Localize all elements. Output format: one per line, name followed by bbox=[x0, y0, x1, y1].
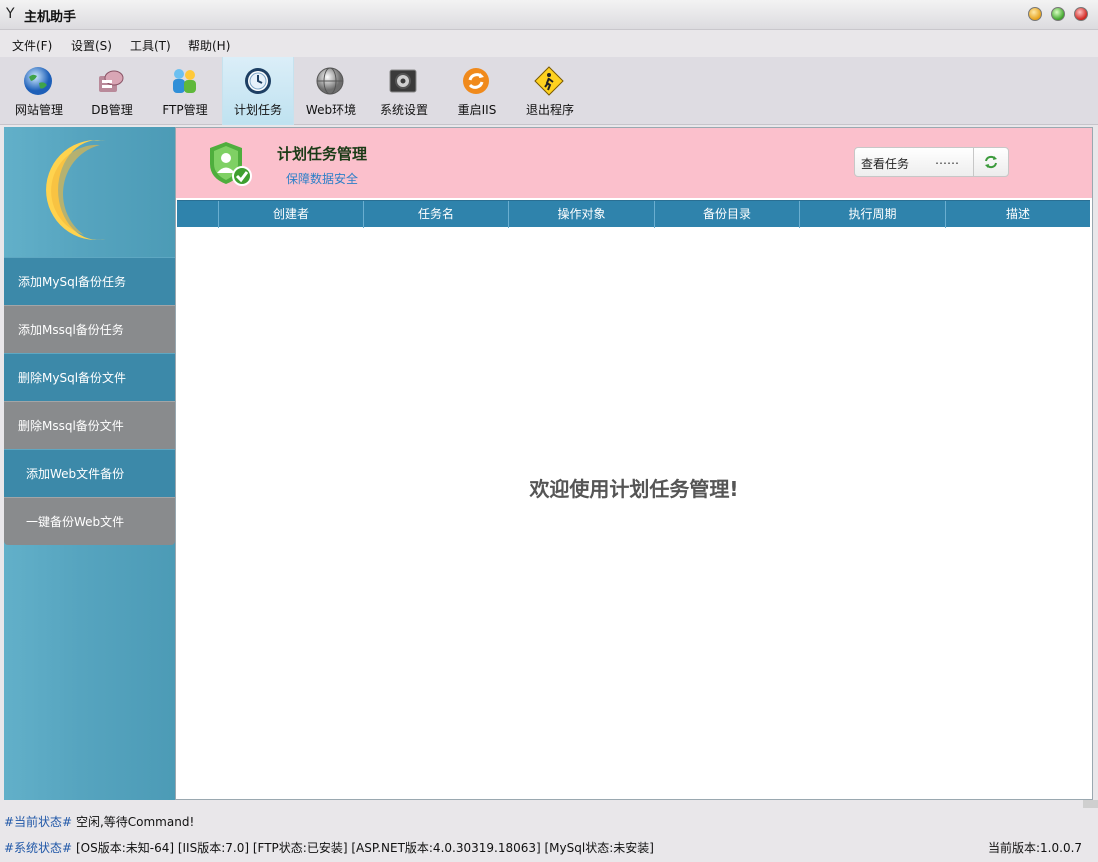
toolbar-label: 系统设置 bbox=[379, 103, 428, 117]
column-header-description[interactable]: 描述 bbox=[945, 201, 1090, 228]
database-icon bbox=[99, 70, 124, 92]
clock-icon bbox=[245, 68, 271, 94]
toolbar-website-manage[interactable]: 网站管理 bbox=[3, 57, 75, 125]
globe-icon bbox=[24, 67, 52, 95]
toolbar-web-environment[interactable]: Web环境 bbox=[295, 57, 367, 125]
toolbar-db-manage[interactable]: DB管理 bbox=[76, 57, 148, 125]
banner: 计划任务管理 保障数据安全 查看任务 …… bbox=[176, 128, 1092, 198]
toolbar: 网站管理 DB管理 FTP管理 计划任务 Web环境 系统设置 重启IIS 退出… bbox=[0, 57, 1098, 125]
toolbar-restart-iis[interactable]: 重启IIS bbox=[441, 57, 513, 125]
close-button[interactable] bbox=[1074, 7, 1088, 21]
column-header-schedule[interactable]: 执行周期 bbox=[799, 201, 945, 228]
column-header-backup-dir[interactable]: 备份目录 bbox=[654, 201, 799, 228]
column-header-creator[interactable]: 创建者 bbox=[218, 201, 363, 228]
status-system-value: [OS版本:未知-64] [IIS版本:7.0] [FTP状态:已安装] [AS… bbox=[75, 841, 654, 855]
title-bar: Y 主机助手 bbox=[0, 0, 1098, 30]
sidebar-add-mysql-backup[interactable]: 添加MySql备份任务 bbox=[4, 257, 175, 305]
toolbar-label: Web环境 bbox=[305, 103, 357, 117]
refresh-icon bbox=[985, 155, 997, 169]
sidebar-delete-mssql-backup[interactable]: 删除Mssql备份文件 bbox=[4, 401, 175, 449]
toolbar-ftp-manage[interactable]: FTP管理 bbox=[149, 57, 221, 125]
toolbar-exit-program[interactable]: 退出程序 bbox=[514, 57, 586, 125]
column-header-task-name[interactable]: 任务名 bbox=[363, 201, 508, 228]
status-current-key: #当前状态# bbox=[4, 815, 73, 829]
menu-settings[interactable]: 设置(S) bbox=[71, 37, 112, 54]
toolbar-scheduled-tasks[interactable]: 计划任务 bbox=[222, 57, 294, 125]
view-task-value: …… bbox=[935, 153, 959, 167]
status-system-key: #系统状态# bbox=[4, 841, 73, 855]
sidebar-add-mssql-backup[interactable]: 添加Mssql备份任务 bbox=[4, 305, 175, 353]
menu-tools[interactable]: 工具(T) bbox=[130, 37, 171, 54]
toolbar-label: 计划任务 bbox=[233, 103, 282, 117]
window-title: 主机助手 bbox=[24, 10, 77, 25]
menu-help[interactable]: 帮助(H) bbox=[188, 37, 230, 54]
toolbar-label: DB管理 bbox=[91, 103, 133, 117]
toolbar-label: 退出程序 bbox=[525, 103, 574, 117]
toolbar-system-settings[interactable]: 系统设置 bbox=[368, 57, 440, 125]
page-subtitle: 保障数据安全 bbox=[286, 172, 359, 186]
page-title: 计划任务管理 bbox=[277, 145, 368, 163]
main-panel: 计划任务管理 保障数据安全 查看任务 …… 创建者 任务名 操作对象 备份目录 … bbox=[175, 127, 1093, 800]
column-header-select[interactable] bbox=[177, 201, 218, 228]
shield-check-icon bbox=[210, 142, 252, 186]
minimize-button[interactable] bbox=[1028, 7, 1042, 21]
toolbar-label: 重启IIS bbox=[457, 103, 497, 117]
web-globe-icon bbox=[316, 67, 344, 95]
sidebar-one-click-web-backup[interactable]: 一键备份Web文件 bbox=[4, 497, 175, 545]
view-task-dropdown[interactable]: 查看任务 …… bbox=[854, 147, 974, 177]
restart-icon bbox=[463, 68, 489, 94]
users-icon bbox=[173, 69, 196, 93]
status-version: 当前版本:1.0.0.7 bbox=[988, 841, 1083, 855]
task-table-header: 创建者 任务名 操作对象 备份目录 执行周期 描述 bbox=[177, 200, 1090, 228]
exit-sign-icon bbox=[534, 66, 564, 96]
status-system: #系统状态# [OS版本:未知-64] [IIS版本:7.0] [FTP状态:已… bbox=[4, 839, 654, 856]
view-task-label: 查看任务 bbox=[861, 157, 910, 171]
refresh-button[interactable] bbox=[973, 147, 1009, 177]
resize-grip[interactable] bbox=[1083, 800, 1098, 808]
sidebar-delete-mysql-backup[interactable]: 删除MySql备份文件 bbox=[4, 353, 175, 401]
status-current-value: 空闲,等待Command! bbox=[75, 815, 195, 829]
maximize-button[interactable] bbox=[1051, 7, 1065, 21]
moon-icon bbox=[46, 140, 106, 240]
app-logo-icon: Y bbox=[6, 6, 15, 22]
column-header-target[interactable]: 操作对象 bbox=[508, 201, 654, 228]
sidebar-add-web-backup[interactable]: 添加Web文件备份 bbox=[4, 449, 175, 497]
status-current: #当前状态# 空闲,等待Command! bbox=[4, 813, 194, 830]
sidebar: 添加MySql备份任务 添加Mssql备份任务 删除MySql备份文件 删除Ms… bbox=[4, 127, 175, 800]
toolbar-label: 网站管理 bbox=[14, 103, 63, 117]
menu-bar: 文件(F) 设置(S) 工具(T) 帮助(H) bbox=[0, 31, 1098, 57]
settings-icon bbox=[389, 69, 417, 93]
toolbar-label: FTP管理 bbox=[162, 103, 208, 117]
menu-file[interactable]: 文件(F) bbox=[12, 37, 52, 54]
welcome-message: 欢迎使用计划任务管理! bbox=[529, 477, 739, 501]
